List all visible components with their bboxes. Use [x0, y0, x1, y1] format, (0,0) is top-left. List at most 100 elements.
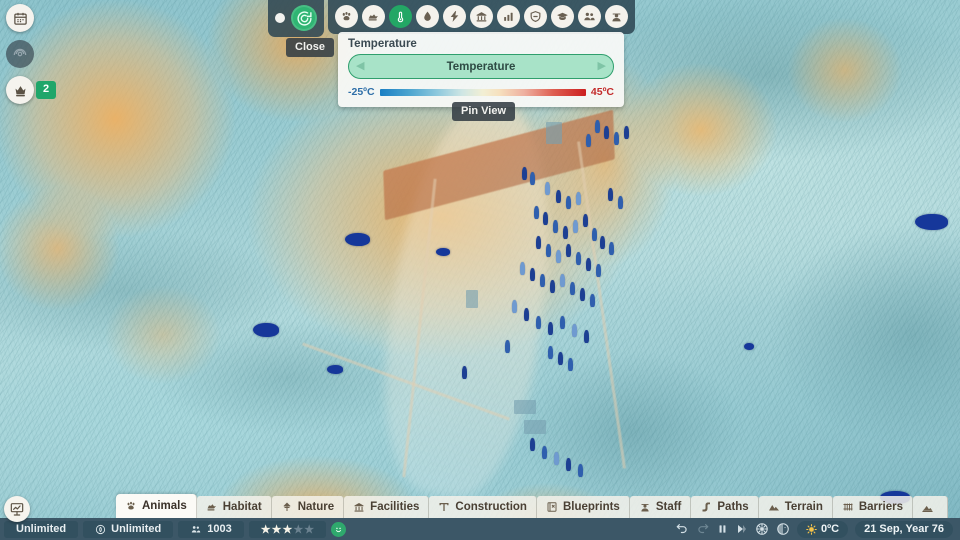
- play-speed-button[interactable]: [735, 523, 748, 535]
- guest-figure[interactable]: [560, 274, 565, 287]
- money-chip[interactable]: Unlimited: [4, 521, 78, 538]
- education-cap-icon[interactable]: [551, 5, 574, 28]
- guest-figure[interactable]: [530, 268, 535, 281]
- chevron-right-icon[interactable]: ▶: [598, 61, 606, 72]
- guest-figure[interactable]: [584, 330, 589, 343]
- tab-staff[interactable]: Staff: [630, 496, 692, 518]
- guest-figure[interactable]: [512, 300, 517, 313]
- power-bolt-icon[interactable]: [443, 5, 466, 28]
- guest-figure[interactable]: [592, 228, 597, 241]
- guest-figure[interactable]: [566, 458, 571, 471]
- guest-figure[interactable]: [530, 438, 535, 451]
- guest-figure[interactable]: [546, 244, 551, 257]
- guest-figure[interactable]: [576, 192, 581, 205]
- tab-paths[interactable]: Paths: [691, 496, 758, 518]
- tab-construction[interactable]: Construction: [429, 496, 537, 518]
- guest-figure[interactable]: [583, 214, 588, 227]
- guest-figure[interactable]: [566, 196, 571, 209]
- guest-figure[interactable]: [548, 322, 553, 335]
- animal-silhouette[interactable]: [915, 214, 948, 230]
- habitat-icon[interactable]: [362, 5, 385, 28]
- guest-figure[interactable]: [522, 167, 527, 180]
- guest-figure[interactable]: [530, 172, 535, 185]
- guests-icon[interactable]: [578, 5, 601, 28]
- guest-figure[interactable]: [556, 190, 561, 203]
- zoo-rating-chip[interactable]: ★★★★★: [249, 521, 326, 538]
- guest-figure[interactable]: [536, 236, 541, 249]
- guest-figure[interactable]: [609, 242, 614, 255]
- guest-figure[interactable]: [548, 346, 553, 359]
- pause-button[interactable]: [717, 523, 728, 535]
- animal-silhouette[interactable]: [327, 365, 343, 374]
- guest-figure[interactable]: [554, 452, 559, 465]
- guest-figure[interactable]: [595, 120, 600, 133]
- chart-icon[interactable]: [497, 5, 520, 28]
- chevron-left-icon[interactable]: ◀: [356, 61, 364, 72]
- guest-figure[interactable]: [568, 358, 573, 371]
- paw-icon[interactable]: [335, 5, 358, 28]
- overlay-selector[interactable]: ◀ Temperature ▶: [348, 54, 614, 79]
- calendar-icon[interactable]: [6, 4, 34, 32]
- tab-barriers[interactable]: Barriers: [833, 496, 913, 518]
- animal-silhouette[interactable]: [253, 323, 279, 337]
- guest-figure[interactable]: [573, 220, 578, 233]
- happy-face-icon[interactable]: [331, 522, 346, 537]
- guest-figure[interactable]: [543, 212, 548, 225]
- guest-figure[interactable]: [578, 464, 583, 477]
- guest-figure[interactable]: [545, 182, 550, 195]
- guest-figure[interactable]: [586, 134, 591, 147]
- tab-terrain[interactable]: Terrain: [759, 496, 833, 518]
- date-pill[interactable]: 21 Sep, Year 76: [855, 521, 953, 538]
- weather-temperature-pill[interactable]: 0ºC: [797, 521, 848, 538]
- tab-blueprints[interactable]: Blueprints: [537, 496, 630, 518]
- tab-habitat[interactable]: Habitat: [197, 496, 272, 518]
- guest-figure[interactable]: [608, 188, 613, 201]
- guest-figure[interactable]: [536, 316, 541, 329]
- guest-figure[interactable]: [540, 274, 545, 287]
- guest-count-chip[interactable]: 1003: [178, 521, 243, 538]
- staff-icon[interactable]: [605, 5, 628, 28]
- guest-figure[interactable]: [505, 340, 510, 353]
- guest-figure[interactable]: [572, 324, 577, 337]
- guest-figure[interactable]: [580, 288, 585, 301]
- weather-wheel-button[interactable]: [755, 522, 769, 536]
- guest-figure[interactable]: [558, 352, 563, 365]
- guest-figure[interactable]: [524, 308, 529, 321]
- water-drop-icon[interactable]: [416, 5, 439, 28]
- tab-nature[interactable]: Nature: [272, 496, 344, 518]
- guest-figure[interactable]: [614, 132, 619, 145]
- animal-silhouette[interactable]: [345, 233, 370, 246]
- redo-button[interactable]: [696, 522, 710, 536]
- guest-figure[interactable]: [560, 316, 565, 329]
- building-icon[interactable]: [470, 5, 493, 28]
- tab-animals[interactable]: Animals: [116, 494, 197, 518]
- guest-figure[interactable]: [576, 252, 581, 265]
- conservation-credits-chip[interactable]: Unlimited: [83, 521, 173, 538]
- security-shield-icon[interactable]: [524, 5, 547, 28]
- guest-figure[interactable]: [596, 264, 601, 277]
- guest-figure[interactable]: [542, 446, 547, 459]
- guest-figure[interactable]: [550, 280, 555, 293]
- guest-figure[interactable]: [604, 126, 609, 139]
- day-night-button[interactable]: [776, 522, 790, 536]
- heatmap-toggle-button[interactable]: [291, 5, 317, 31]
- guest-figure[interactable]: [618, 196, 623, 209]
- animal-silhouette[interactable]: [744, 343, 754, 350]
- rank-crown-icon[interactable]: [6, 76, 34, 104]
- guest-figure[interactable]: [553, 220, 558, 233]
- guest-figure[interactable]: [556, 250, 561, 263]
- thermometer-icon[interactable]: [389, 5, 412, 28]
- tab-scenery[interactable]: [913, 496, 948, 518]
- guest-figure[interactable]: [462, 366, 467, 379]
- guest-figure[interactable]: [624, 126, 629, 139]
- scan-eye-icon[interactable]: [6, 40, 34, 68]
- guest-figure[interactable]: [600, 236, 605, 249]
- tab-facilities[interactable]: Facilities: [344, 496, 429, 518]
- undo-button[interactable]: [675, 522, 689, 536]
- guest-figure[interactable]: [534, 206, 539, 219]
- guest-figure[interactable]: [563, 226, 568, 239]
- animal-silhouette[interactable]: [436, 248, 450, 256]
- guest-figure[interactable]: [570, 282, 575, 295]
- guest-figure[interactable]: [520, 262, 525, 275]
- guest-figure[interactable]: [586, 258, 591, 271]
